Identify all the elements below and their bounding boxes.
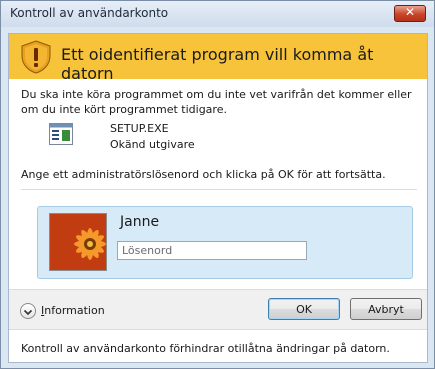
divider [21,189,417,190]
shield-warning-icon [21,40,51,74]
window-title: Kontroll av användarkonto [10,6,169,20]
warning-description: Du ska inte köra programmet om du inte v… [21,88,412,116]
user-tile[interactable]: Janne [37,206,413,279]
ok-button[interactable]: OK [268,298,340,320]
banner-heading: Ett oidentifierat program vill komma åt … [61,45,374,83]
user-name: Janne [120,214,160,230]
details-link[interactable]: Information [41,304,105,317]
footer-separator [9,329,427,330]
details-link-label: nformation [44,304,105,317]
uac-footer-text: Kontroll av användarkonto förhindrar oti… [21,342,390,355]
avatar [49,213,107,271]
instruction-text: Ange ett administratörslösenord och klic… [21,168,386,181]
dialog-body: Ett oidentifierat program vill komma åt … [8,33,428,363]
flower-avatar-icon [50,214,106,270]
close-icon: ✕ [404,5,416,19]
cancel-button[interactable]: Avbryt [350,298,422,320]
program-publisher: Okänd utgivare [110,138,195,151]
dialog-footer: Information OK Avbryt [9,289,427,330]
warning-banner: Ett oidentifierat program vill komma åt … [9,34,427,83]
uac-dialog: Kontroll av användarkonto ✕ Ett oidentif… [0,0,435,369]
program-file-name: SETUP.EXE [110,122,169,135]
application-icon [49,123,73,145]
title-bar[interactable]: Kontroll av användarkonto ✕ [1,1,434,27]
details-toggle-button[interactable] [20,303,36,319]
chevron-down-icon [23,309,33,316]
password-field[interactable] [117,241,307,260]
close-button[interactable]: ✕ [394,5,426,22]
